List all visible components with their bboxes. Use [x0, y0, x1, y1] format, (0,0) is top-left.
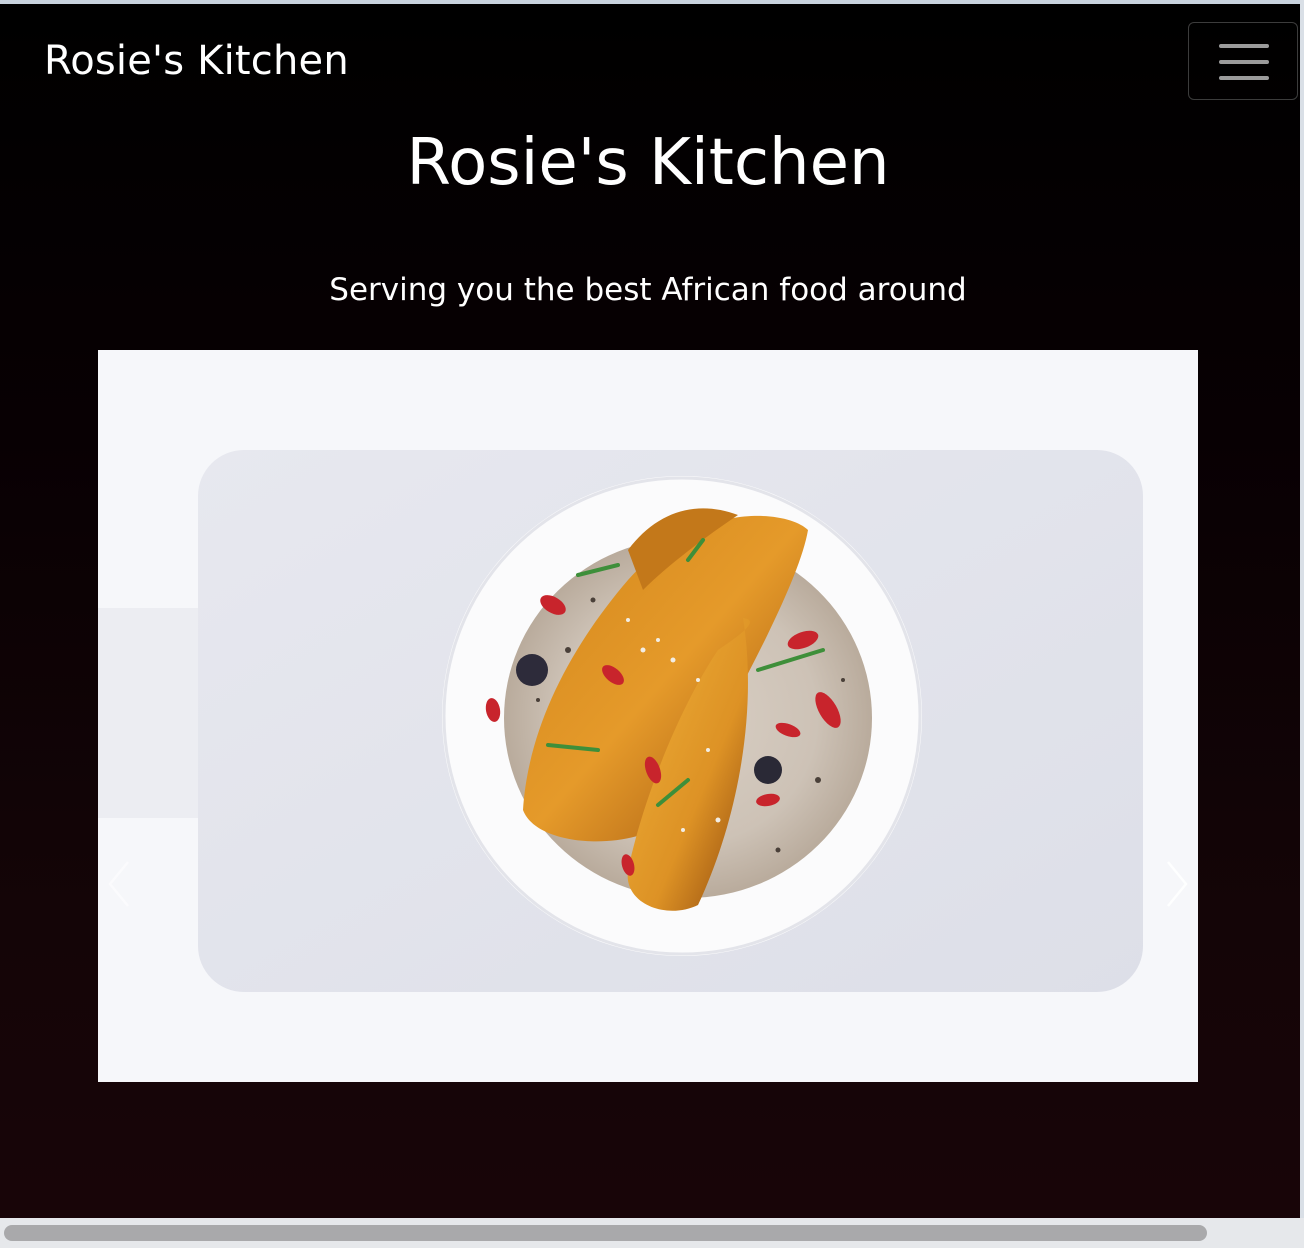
- window-edge: [1300, 0, 1304, 1218]
- navbar-toggler-button[interactable]: [1188, 22, 1298, 100]
- page-subtitle: Serving you the best African food around: [329, 272, 967, 308]
- horizontal-scrollbar[interactable]: [0, 1218, 1304, 1248]
- scrollbar-thumb[interactable]: [4, 1225, 1207, 1241]
- carousel-prev-button[interactable]: [98, 840, 158, 920]
- carousel-slide-image: [98, 350, 1198, 1082]
- image-carousel: [98, 350, 1198, 1082]
- carousel-next-button[interactable]: [1138, 840, 1198, 920]
- navbar-brand[interactable]: Rosie's Kitchen: [44, 38, 349, 84]
- page-title: Rosie's Kitchen: [406, 126, 890, 200]
- chevron-left-icon: [108, 861, 129, 907]
- page: Rosie's Kitchen Rosie's Kitchen Serving …: [0, 0, 1300, 1218]
- chevron-right-icon: [1167, 861, 1188, 907]
